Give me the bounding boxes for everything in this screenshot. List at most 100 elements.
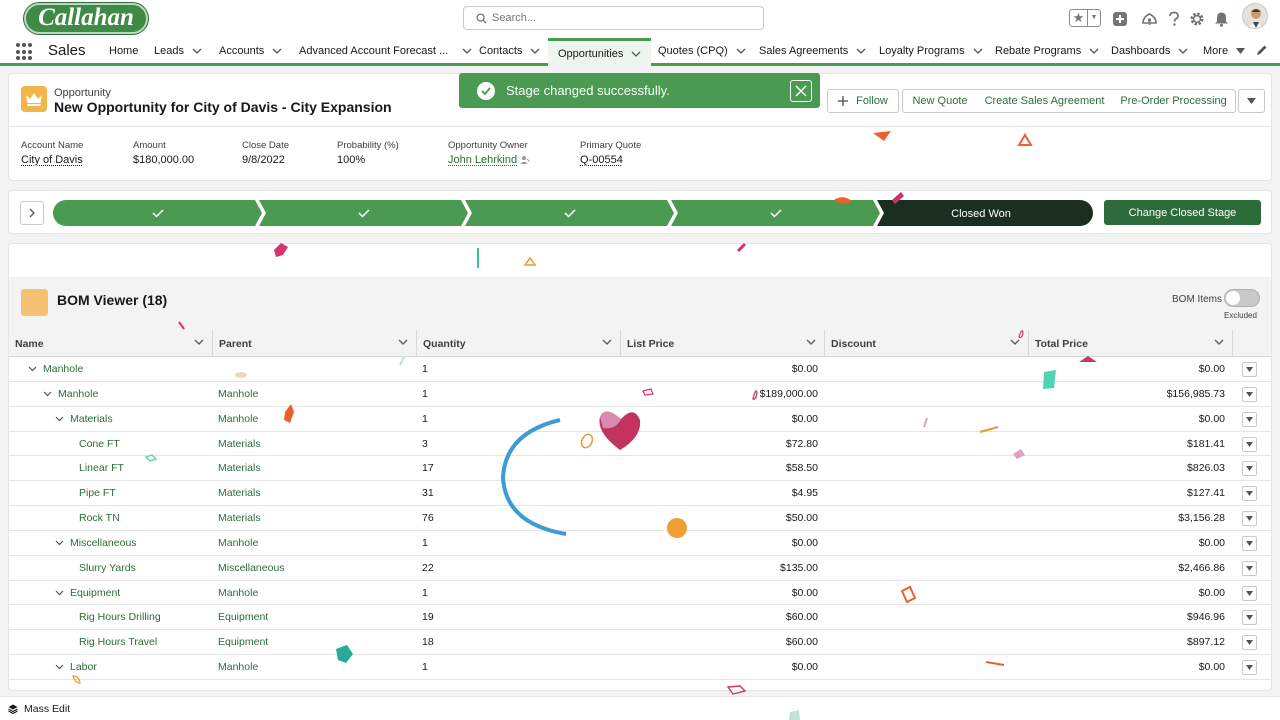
add-icon[interactable]	[1111, 10, 1129, 28]
chevron-down-icon[interactable]	[1010, 339, 1020, 345]
chevron-down-icon[interactable]	[27, 366, 37, 372]
caret-down-icon[interactable]	[1236, 47, 1246, 54]
nav-item-dashboards[interactable]: Dashboards	[1111, 38, 1188, 63]
table-row[interactable]: Pipe FT Materials 31 $4.95 $127.41	[9, 481, 1271, 507]
row-actions-button[interactable]	[1242, 660, 1257, 676]
nav-item-leads[interactable]: Leads	[154, 38, 202, 63]
table-row[interactable]: Manhole 1 $0.00 $0.00	[9, 357, 1271, 382]
bom-item-parent[interactable]: Materials	[218, 456, 261, 480]
chevron-down-icon[interactable]	[806, 339, 816, 345]
bom-item-name[interactable]: Rock TN	[79, 506, 120, 530]
chevron-down-icon[interactable]	[42, 391, 52, 397]
bom-item-name[interactable]: Manhole	[42, 382, 98, 406]
path-step-complete[interactable]	[671, 200, 880, 226]
column-header-parent[interactable]: Parent	[213, 330, 417, 357]
chevron-down-icon[interactable]	[192, 48, 202, 54]
path-step-complete[interactable]	[465, 200, 674, 226]
chevron-down-icon[interactable]	[1089, 48, 1099, 54]
chevron-down-icon[interactable]	[272, 48, 282, 54]
mass-edit-button[interactable]: Mass Edit	[8, 703, 70, 715]
row-actions-button[interactable]	[1242, 635, 1257, 651]
path-expand-button[interactable]	[20, 201, 44, 225]
owner-link[interactable]: John Lehrkind	[448, 154, 517, 166]
change-closed-stage-button[interactable]: Change Closed Stage	[1104, 200, 1261, 225]
row-actions-button[interactable]	[1242, 560, 1257, 576]
chevron-down-icon[interactable]	[462, 48, 472, 54]
column-header-list-price[interactable]: List Price	[621, 330, 825, 357]
column-header-total-price[interactable]: Total Price	[1029, 330, 1233, 357]
nav-item-opportunities[interactable]: Opportunities	[548, 38, 652, 66]
bom-item-name[interactable]: Slurry Yards	[79, 556, 136, 580]
row-actions-button[interactable]	[1242, 411, 1257, 427]
chevron-down-icon[interactable]	[398, 339, 408, 345]
company-logo[interactable]: Callahan	[24, 3, 148, 34]
bom-item-parent[interactable]: Equipment	[218, 605, 268, 629]
change-owner-icon[interactable]	[520, 155, 530, 165]
bom-item-name[interactable]: Pipe FT	[79, 481, 116, 505]
table-row[interactable]: Materials Manhole 1 $0.00 $0.00	[9, 407, 1271, 432]
bom-item-parent[interactable]: Manhole	[218, 407, 258, 431]
table-row[interactable]: Equipment Manhole 1 $0.00 $0.00	[9, 581, 1271, 606]
chevron-down-icon[interactable]	[194, 339, 204, 345]
row-actions-button[interactable]	[1242, 386, 1257, 402]
bom-item-parent[interactable]: Manhole	[218, 655, 258, 679]
row-actions-button[interactable]	[1242, 511, 1257, 527]
more-actions-button[interactable]	[1238, 89, 1265, 113]
bom-items-toggle[interactable]	[1224, 289, 1260, 307]
nav-item-contacts[interactable]: Contacts	[479, 38, 540, 63]
chevron-down-icon[interactable]	[54, 416, 64, 422]
chevron-down-icon[interactable]	[602, 339, 612, 345]
help-icon[interactable]	[1165, 10, 1183, 28]
row-actions-button[interactable]	[1242, 585, 1257, 601]
table-row[interactable]: Rig Hours Travel Equipment 18 $60.00 $897.12	[9, 630, 1271, 656]
user-avatar[interactable]	[1242, 3, 1268, 29]
bom-item-name[interactable]: Rig Hours Drilling	[79, 605, 161, 629]
bom-item-parent[interactable]: Materials	[218, 432, 261, 456]
path-step-complete[interactable]	[53, 200, 262, 226]
account-name-link[interactable]: City of Davis	[21, 154, 83, 166]
table-row[interactable]: Cone FT Materials 3 $72.80 $181.41	[9, 432, 1271, 457]
bell-icon[interactable]	[1212, 10, 1230, 28]
bom-item-parent[interactable]: Materials	[218, 506, 261, 530]
table-row[interactable]: Manhole Manhole 1 $189,000.00 $156,985.73	[9, 382, 1271, 407]
chevron-down-icon[interactable]	[1214, 339, 1224, 345]
edit-pencil-icon[interactable]	[1256, 44, 1268, 56]
chevron-down-icon[interactable]	[530, 48, 540, 54]
table-row[interactable]: Rig Hours Drilling Equipment 19 $60.00 $946.…	[9, 605, 1271, 631]
bom-item-parent[interactable]: Manhole	[218, 382, 258, 406]
new-quote-button[interactable]: New Quote	[902, 89, 978, 113]
global-search[interactable]	[463, 6, 764, 30]
bom-item-name[interactable]: Linear FT	[79, 456, 124, 480]
table-row[interactable]: Labor Manhole 1 $0.00 $0.00	[9, 655, 1271, 680]
follow-button[interactable]: Follow	[827, 89, 899, 113]
bom-item-parent[interactable]: Manhole	[218, 531, 258, 555]
table-row[interactable]: Slurry Yards Miscellaneous 22 $135.00 $2,466…	[9, 556, 1271, 581]
chevron-down-icon[interactable]	[1178, 48, 1188, 54]
row-actions-button[interactable]	[1242, 486, 1257, 502]
search-input[interactable]	[492, 10, 752, 26]
nav-item-loyalty-programs[interactable]: Loyalty Programs	[879, 38, 983, 63]
table-row[interactable]: Rock TN Materials 76 $50.00 $3,156.28	[9, 506, 1271, 531]
chevron-down-icon[interactable]	[973, 48, 983, 54]
row-actions-button[interactable]	[1242, 362, 1257, 377]
column-header-name[interactable]: Name	[9, 330, 213, 357]
bom-item-name[interactable]: Manhole	[27, 357, 83, 381]
bom-item-parent[interactable]: Manhole	[218, 581, 258, 605]
bom-item-name[interactable]: Miscellaneous	[54, 531, 137, 555]
nav-item-quotes[interactable]: Quotes (CPQ)	[658, 38, 746, 63]
row-actions-button[interactable]	[1242, 535, 1257, 551]
row-actions-button[interactable]	[1242, 461, 1257, 477]
close-toast-button[interactable]	[790, 80, 812, 102]
chevron-down-icon[interactable]	[856, 48, 866, 54]
nav-item-advanced-account-forecast[interactable]: Advanced Account Forecast ...	[299, 38, 472, 63]
bom-item-parent[interactable]: Miscellaneous	[218, 556, 285, 580]
create-sales-agreement-button[interactable]: Create Sales Agreement	[977, 89, 1113, 113]
chevron-down-icon[interactable]	[54, 590, 64, 596]
nav-item-rebate-programs[interactable]: Rebate Programs	[995, 38, 1099, 63]
trailhead-icon[interactable]	[1140, 10, 1158, 28]
bom-item-name[interactable]: Materials	[54, 407, 113, 431]
chevron-down-icon[interactable]	[631, 51, 641, 57]
column-header-quantity[interactable]: Quantity	[417, 330, 621, 357]
app-launcher-icon[interactable]	[16, 43, 34, 61]
nav-item-home[interactable]: Home	[109, 38, 138, 63]
